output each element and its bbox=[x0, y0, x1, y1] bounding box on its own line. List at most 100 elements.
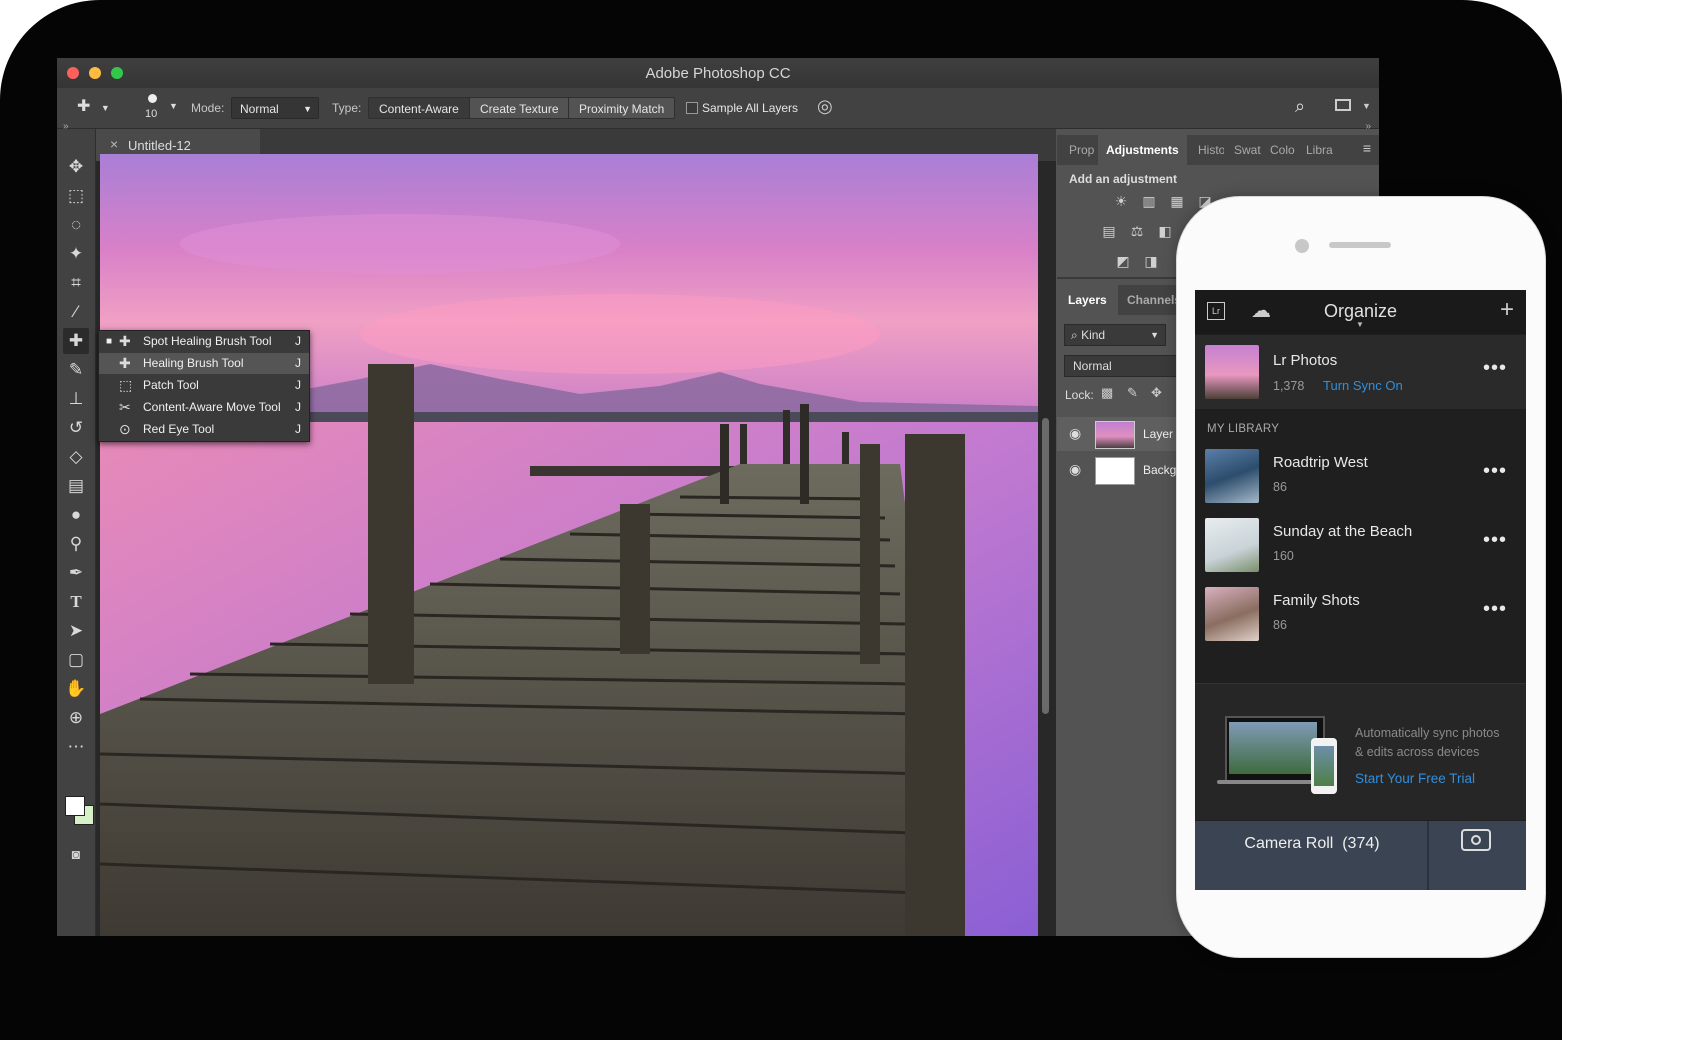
tab-swatches[interactable]: Swat bbox=[1234, 135, 1261, 165]
hue-saturation-icon[interactable]: ▤ bbox=[1100, 223, 1118, 239]
start-free-trial-link[interactable]: Start Your Free Trial bbox=[1355, 771, 1475, 786]
album-thumbnail bbox=[1205, 518, 1259, 572]
vertical-scrollbar[interactable] bbox=[1042, 418, 1049, 714]
chevron-down-icon: ▼ bbox=[1150, 330, 1159, 340]
shape-tool-icon[interactable]: ▢ bbox=[63, 647, 89, 673]
invert-icon[interactable]: ◩ bbox=[1114, 253, 1132, 269]
blur-tool-icon[interactable]: ● bbox=[63, 502, 89, 528]
sample-all-layers-checkbox[interactable] bbox=[686, 102, 698, 114]
tab-color[interactable]: Colo bbox=[1270, 135, 1295, 165]
spot-healing-tool-icon[interactable]: ✚ bbox=[63, 328, 89, 354]
camera-roll-button[interactable]: Camera Roll (374) bbox=[1195, 835, 1429, 853]
flyout-shortcut: J bbox=[295, 422, 301, 436]
search-icon[interactable]: ⌕ bbox=[1295, 96, 1305, 117]
quick-mask-icon[interactable]: ◙ bbox=[63, 841, 89, 867]
brush-size-picker[interactable]: 10 ▼ bbox=[139, 92, 179, 124]
layer-name: Layer bbox=[1143, 427, 1174, 441]
pen-tool-icon[interactable]: ✒ bbox=[63, 560, 89, 586]
hand-tool-icon[interactable]: ✋ bbox=[63, 676, 89, 702]
lr-photos-thumbnail bbox=[1205, 345, 1259, 399]
eye-icon[interactable]: ◉ bbox=[1069, 425, 1081, 442]
options-bar: ✚ ▼ 10 ▼ Mode: Normal ▼ Type: Content-Aw… bbox=[57, 88, 1379, 129]
album-row[interactable]: Sunday at the Beach 160 ••• bbox=[1195, 511, 1526, 579]
gradient-map-icon[interactable]: ◨ bbox=[1142, 253, 1160, 269]
tab-properties[interactable]: Prop bbox=[1069, 135, 1094, 165]
pressure-icon[interactable]: ◎ bbox=[817, 96, 833, 117]
zoom-tool-icon[interactable]: ⊕ bbox=[63, 705, 89, 731]
camera-icon[interactable] bbox=[1461, 829, 1491, 851]
black-white-icon[interactable]: ◧ bbox=[1156, 223, 1174, 239]
tool-preset-picker[interactable]: ✚ ▼ bbox=[77, 96, 117, 120]
tab-layers[interactable]: Layers bbox=[1057, 285, 1118, 315]
type-proximity-match-button[interactable]: Proximity Match bbox=[568, 97, 676, 119]
levels-icon[interactable]: ▥ bbox=[1140, 193, 1158, 209]
dock-collapse-icon[interactable]: » bbox=[1365, 121, 1371, 132]
flyout-item-content-aware-move[interactable]: ✂ Content-Aware Move Tool J bbox=[99, 397, 309, 418]
brush-tool-icon[interactable]: ✎ bbox=[63, 357, 89, 383]
lock-pixels-icon[interactable]: ✎ bbox=[1127, 385, 1138, 401]
tab-adjustments[interactable]: Adjustments bbox=[1098, 135, 1187, 165]
path-select-tool-icon[interactable]: ➤ bbox=[63, 618, 89, 644]
kind-filter-select[interactable]: ⌕ Kind ▼ bbox=[1064, 324, 1166, 346]
turn-sync-on-link[interactable]: Turn Sync On bbox=[1323, 378, 1403, 393]
flyout-label: Content-Aware Move Tool bbox=[143, 400, 281, 414]
album-count: 86 bbox=[1273, 480, 1287, 494]
search-icon: ⌕ bbox=[1071, 328, 1078, 342]
type-create-texture-button[interactable]: Create Texture bbox=[469, 97, 570, 119]
flyout-item-patch[interactable]: ⬚ Patch Tool J bbox=[99, 375, 309, 396]
tab-libraries[interactable]: Libra bbox=[1306, 135, 1333, 165]
history-brush-tool-icon[interactable]: ↺ bbox=[63, 415, 89, 441]
lr-header-title[interactable]: Organize bbox=[1195, 301, 1526, 322]
dodge-tool-icon[interactable]: ⚲ bbox=[63, 531, 89, 557]
phone-device: Lr ☁ Organize ▼ + Lr Photos 1,378 Turn S… bbox=[1176, 196, 1546, 958]
quick-select-tool-icon[interactable]: ✦ bbox=[63, 241, 89, 267]
more-options-icon[interactable]: ••• bbox=[1483, 529, 1507, 552]
tab-channels[interactable]: Channels bbox=[1127, 285, 1181, 315]
eyedropper-tool-icon[interactable]: ⁄ bbox=[63, 299, 89, 325]
image-canvas[interactable] bbox=[100, 154, 1038, 936]
type-content-aware-button[interactable]: Content-Aware bbox=[368, 97, 470, 119]
lock-label: Lock: bbox=[1065, 388, 1094, 402]
brightness-icon[interactable]: ☀ bbox=[1112, 193, 1130, 209]
album-thumbnail bbox=[1205, 587, 1259, 641]
more-options-icon[interactable]: ••• bbox=[1483, 460, 1507, 483]
crop-tool-icon[interactable]: ⌗ bbox=[63, 270, 89, 296]
add-icon[interactable]: + bbox=[1500, 296, 1514, 324]
flyout-item-healing-brush[interactable]: ✚ Healing Brush Tool J bbox=[99, 353, 309, 374]
move-tool-icon[interactable]: ✥ bbox=[63, 154, 89, 180]
lock-position-icon[interactable]: ✥ bbox=[1151, 385, 1162, 401]
panel-menu-icon[interactable]: ≡ bbox=[1363, 140, 1371, 156]
lr-photos-row[interactable]: Lr Photos 1,378 Turn Sync On ••• bbox=[1195, 335, 1526, 409]
lasso-tool-icon[interactable]: ◌ bbox=[63, 212, 89, 238]
album-title: Roadtrip West bbox=[1273, 454, 1368, 471]
lock-transparent-icon[interactable]: ▩ bbox=[1101, 385, 1113, 401]
flyout-item-spot-healing[interactable]: ■ ✚ Spot Healing Brush Tool J bbox=[99, 331, 309, 352]
album-row[interactable]: Family Shots 86 ••• bbox=[1195, 580, 1526, 648]
curves-icon[interactable]: ▦ bbox=[1168, 193, 1186, 209]
color-balance-icon[interactable]: ⚖ bbox=[1128, 223, 1146, 239]
more-options-icon[interactable]: ••• bbox=[1483, 357, 1507, 380]
flyout-item-red-eye[interactable]: ⊙ Red Eye Tool J bbox=[99, 419, 309, 440]
type-tool-icon[interactable]: T bbox=[63, 589, 89, 615]
mode-select[interactable]: Normal ▼ bbox=[231, 97, 319, 119]
stamp-tool-icon[interactable]: ⊥ bbox=[63, 386, 89, 412]
chevron-down-icon[interactable]: ▼ bbox=[1362, 101, 1371, 111]
workspace-icon[interactable] bbox=[1335, 99, 1351, 111]
album-row[interactable]: Roadtrip West 86 ••• bbox=[1195, 442, 1526, 510]
more-options-icon[interactable]: ••• bbox=[1483, 598, 1507, 621]
gradient-tool-icon[interactable]: ▤ bbox=[63, 473, 89, 499]
eye-icon[interactable]: ◉ bbox=[1069, 461, 1081, 478]
blend-mode-select[interactable]: Normal bbox=[1064, 355, 1186, 377]
more-tools-icon[interactable]: ⋯ bbox=[63, 734, 89, 760]
marquee-tool-icon[interactable]: ⬚ bbox=[63, 183, 89, 209]
close-tab-icon[interactable]: × bbox=[110, 136, 118, 152]
collapse-icon[interactable]: » bbox=[63, 121, 69, 132]
foreground-color-swatch[interactable] bbox=[65, 796, 85, 816]
sync-promo: Automatically sync photos & edits across… bbox=[1195, 683, 1526, 820]
eraser-tool-icon[interactable]: ◇ bbox=[63, 444, 89, 470]
tab-histogram[interactable]: Histo bbox=[1198, 135, 1224, 165]
kind-filter-value: Kind bbox=[1081, 328, 1106, 342]
phone-camera bbox=[1295, 239, 1309, 253]
album-thumbnail bbox=[1205, 449, 1259, 503]
mode-label: Mode: bbox=[191, 101, 225, 115]
